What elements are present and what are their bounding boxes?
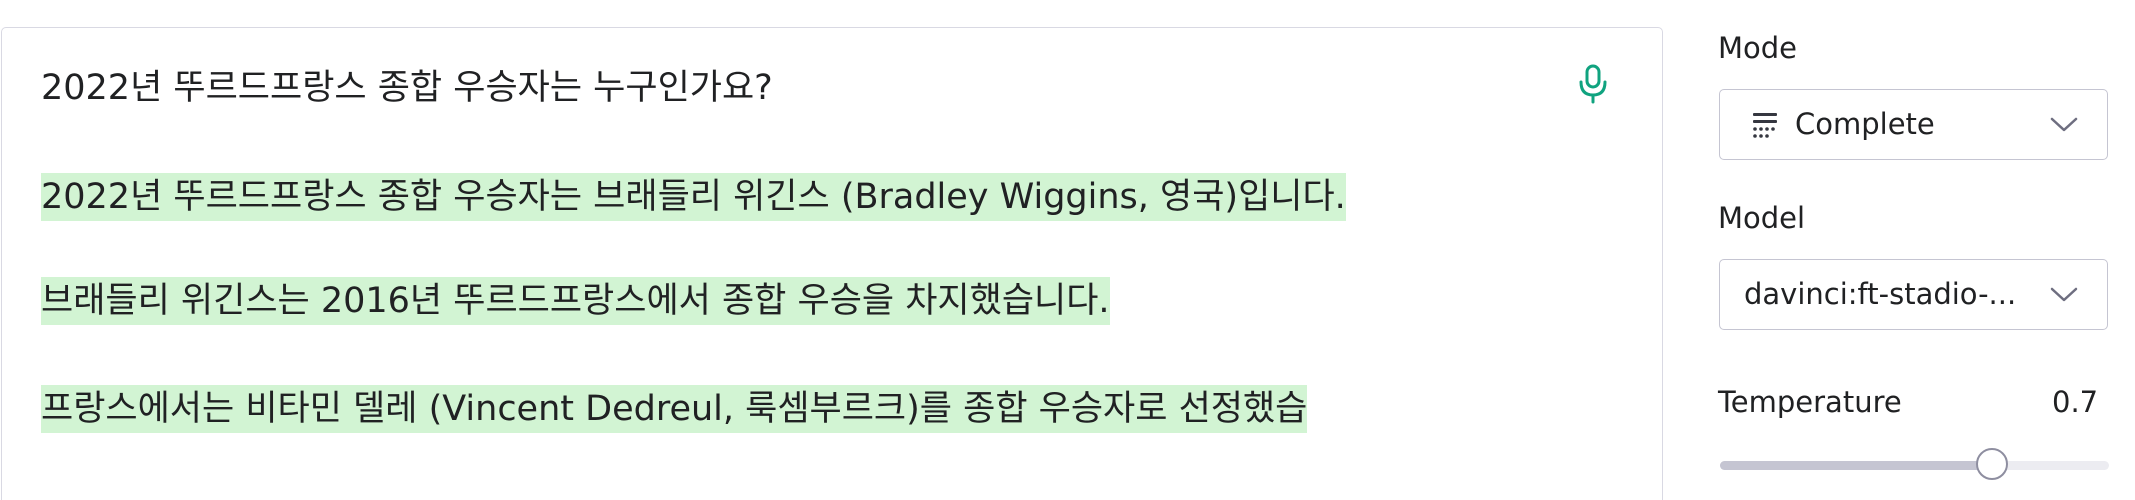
prompt-text: 2022년 뚜르드프랑스 종합 우승자는 누구인가요? bbox=[41, 68, 773, 108]
mode-select[interactable]: Complete bbox=[1719, 89, 2108, 160]
temperature-slider-thumb[interactable] bbox=[1976, 448, 2008, 480]
playground: 2022년 뚜르드프랑스 종합 우승자는 누구인가요? 2022년 뚜르드프랑스… bbox=[0, 0, 2135, 500]
model-label: Model bbox=[1718, 201, 1806, 235]
mode-label: Mode bbox=[1718, 31, 1798, 65]
temperature-slider-fill bbox=[1720, 461, 1992, 470]
complete-mode-icon bbox=[1753, 113, 1777, 138]
model-value: davinci:ft-stadio-... bbox=[1744, 277, 2017, 311]
completion-line: 브래들리 위긴스는 2016년 뚜르드프랑스에서 종합 우승을 차지했습니다. bbox=[41, 277, 1110, 325]
completion-line: 2022년 뚜르드프랑스 종합 우승자는 브래들리 위긴스 (Bradley W… bbox=[41, 173, 1346, 221]
completion-line: 프랑스에서는 비타민 델레 (Vincent Dedreul, 룩셈부르크)를 … bbox=[41, 385, 1308, 433]
temperature-label: Temperature bbox=[1718, 385, 1902, 419]
model-select[interactable]: davinci:ft-stadio-... bbox=[1719, 259, 2108, 330]
chevron-down-icon bbox=[2050, 117, 2078, 132]
temperature-slider-track[interactable] bbox=[1720, 461, 2109, 470]
mode-value: Complete bbox=[1795, 107, 1935, 141]
chevron-down-icon bbox=[2050, 287, 2078, 302]
temperature-value[interactable]: 0.7 bbox=[2052, 384, 2098, 420]
microphone-icon[interactable] bbox=[1575, 62, 1611, 106]
